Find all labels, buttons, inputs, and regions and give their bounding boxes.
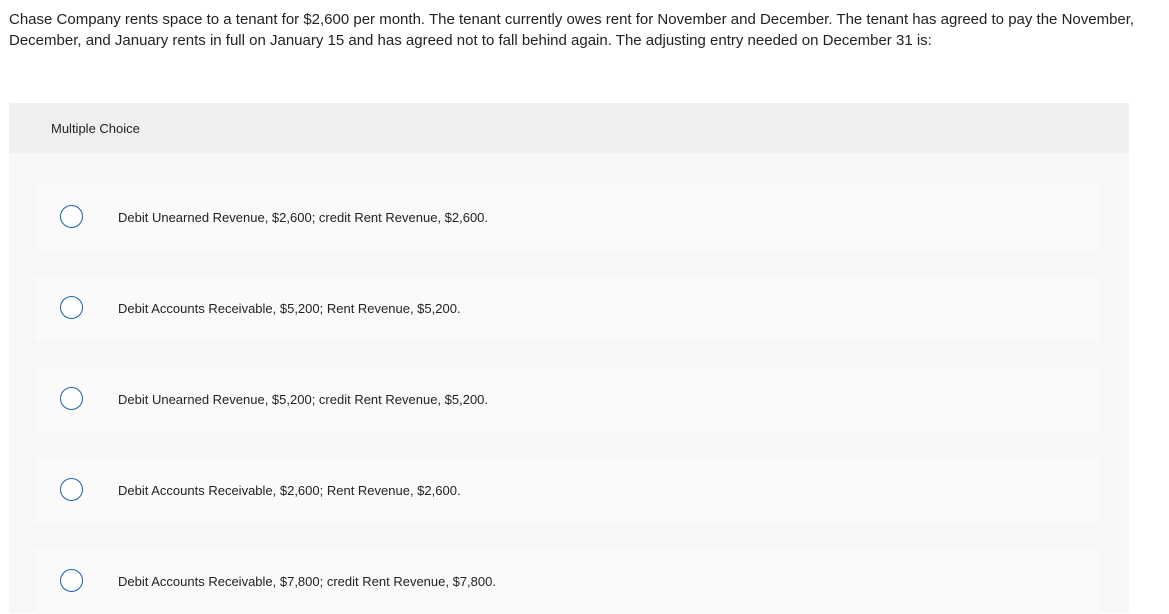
choice-label: Debit Accounts Receivable, $5,200; Rent … (118, 301, 461, 316)
choice-option-2[interactable]: Debit Accounts Receivable, $5,200; Rent … (35, 276, 1100, 341)
radio-button-icon[interactable] (60, 204, 83, 228)
multiple-choice-panel: Multiple Choice Debit Unearned Revenue, … (9, 103, 1129, 614)
panel-header: Multiple Choice (9, 103, 1129, 153)
choice-label: Debit Accounts Receivable, $2,600; Rent … (118, 483, 461, 498)
choice-option-3[interactable]: Debit Unearned Revenue, $5,200; credit R… (35, 367, 1100, 432)
choice-option-5[interactable]: Debit Accounts Receivable, $7,800; credi… (35, 549, 1100, 614)
question-text: Chase Company rents space to a tenant fo… (9, 11, 1135, 49)
radio-button-icon[interactable] (60, 477, 83, 501)
choice-label: Debit Unearned Revenue, $5,200; credit R… (118, 392, 489, 407)
radio-button-icon[interactable] (60, 295, 83, 319)
choice-label: Debit Accounts Receivable, $7,800; credi… (118, 574, 496, 589)
radio-button-icon[interactable] (60, 386, 83, 410)
choice-option-1[interactable]: Debit Unearned Revenue, $2,600; credit R… (35, 185, 1100, 250)
radio-button-icon[interactable] (60, 568, 83, 592)
choice-label: Debit Unearned Revenue, $2,600; credit R… (118, 210, 489, 225)
choice-option-4[interactable]: Debit Accounts Receivable, $2,600; Rent … (35, 458, 1100, 523)
